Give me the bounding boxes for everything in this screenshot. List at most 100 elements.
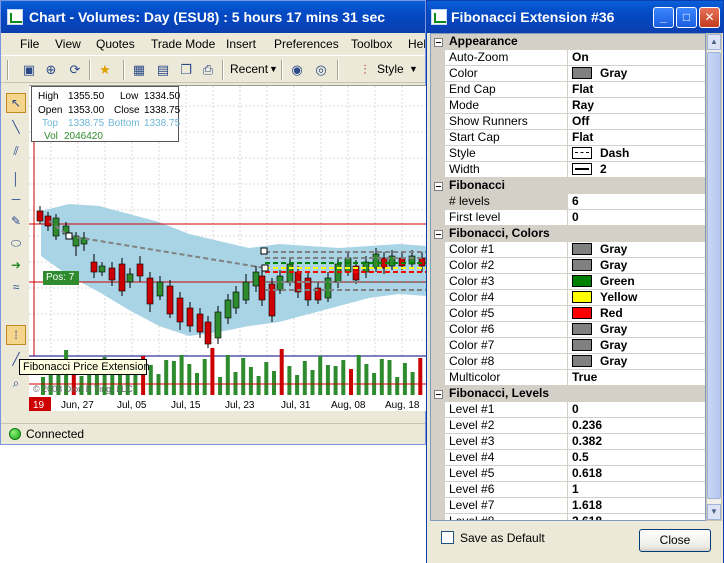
wave-tool-icon[interactable]: ≈ [6,277,26,297]
category-header[interactable]: Appearance [431,34,705,50]
close-window-button[interactable]: ✕ [699,7,720,28]
property-value[interactable]: 0 [568,210,705,226]
property-value[interactable]: Green [568,274,705,290]
property-row[interactable]: Color #2 Gray [431,258,705,274]
line-tool-icon[interactable]: ╲ [6,117,26,137]
property-value[interactable]: Flat [568,130,705,146]
property-row[interactable]: Level #4 0.5 [431,450,705,466]
add-study-icon[interactable]: ⊕ [41,60,61,80]
property-row[interactable]: # levels 6 [431,194,705,210]
property-row[interactable]: Auto-Zoom On [431,50,705,66]
property-value[interactable]: 0 [568,402,705,418]
style-bars-icon[interactable]: ⫶ [355,60,375,80]
property-row[interactable]: Start Cap Flat [431,130,705,146]
property-value[interactable]: 0.5 [568,450,705,466]
save-as-default-checkbox[interactable] [441,531,454,544]
property-value[interactable]: 6 [568,194,705,210]
favorites-star-icon[interactable]: ★ [95,60,115,80]
property-value[interactable]: Gray [568,258,705,274]
fibonacci-extension-tool-icon[interactable]: ⁞ [6,325,26,345]
property-value[interactable]: Gray [568,66,705,82]
collapse-minus-icon[interactable] [434,38,443,47]
ellipse-tool-icon[interactable]: ⬭ [6,233,26,253]
property-value[interactable]: Gray [568,242,705,258]
property-row[interactable]: Color #8 Gray [431,354,705,370]
property-row[interactable]: Style Dash [431,146,705,162]
property-value[interactable]: 0.236 [568,418,705,434]
arrow-tool-icon[interactable]: ➜ [6,255,26,275]
print-icon[interactable]: ⎙ [198,60,218,80]
property-value[interactable]: 2 [568,162,705,178]
property-row[interactable]: Color #6 Gray [431,322,705,338]
property-value[interactable]: Red [568,306,705,322]
property-value[interactable]: 0.382 [568,434,705,450]
property-value[interactable]: Gray [568,322,705,338]
property-value[interactable]: Gray [568,338,705,354]
property-grid-scrollbar[interactable]: ▲ ▼ [706,33,722,521]
copy-icon[interactable]: ❐ [176,60,196,80]
property-value[interactable]: Ray [568,98,705,114]
vertical-line-icon[interactable]: │ [6,169,26,189]
menu-view[interactable]: View [55,37,81,51]
forward-circle-icon[interactable]: ◎ [311,60,331,80]
maximize-button[interactable]: □ [676,7,697,28]
property-row[interactable]: Color #5 Red [431,306,705,322]
property-value[interactable]: True [568,370,705,386]
scroll-up-icon[interactable]: ▲ [707,34,721,50]
property-value[interactable]: Off [568,114,705,130]
property-row[interactable]: Level #5 0.618 [431,466,705,482]
fib-title-bar[interactable]: Fibonacci Extension #36 _ □ ✕ [427,1,723,33]
property-value[interactable]: 1.618 [568,498,705,514]
property-row[interactable]: Show Runners Off [431,114,705,130]
menu-trade-mode[interactable]: Trade Mode [151,37,215,51]
menu-insert[interactable]: Insert [226,37,256,51]
menu-quotes[interactable]: Quotes [96,37,135,51]
refresh-icon[interactable]: ⟳ [65,60,85,80]
picture-icon[interactable]: ▦ [129,60,149,80]
property-row[interactable]: Color #1 Gray [431,242,705,258]
property-row[interactable]: Color #7 Gray [431,338,705,354]
property-row[interactable]: Level #3 0.382 [431,434,705,450]
collapse-minus-icon[interactable] [434,182,443,191]
collapse-minus-icon[interactable] [434,230,443,239]
property-row[interactable]: Level #7 1.618 [431,498,705,514]
property-row[interactable]: End Cap Flat [431,82,705,98]
category-header[interactable]: Fibonacci, Levels [431,386,705,402]
property-value[interactable]: Gray [568,354,705,370]
chart-title-bar[interactable]: Chart - Volumes: Day (ESU8) : 5 hours 17… [1,1,425,33]
style-dropdown[interactable]: Style [377,62,404,76]
save-as-default-label[interactable]: Save as Default [460,531,545,545]
property-value[interactable]: Dash [568,146,705,162]
note-tool-icon[interactable]: ✎ [6,211,26,231]
property-row[interactable]: Level #1 0 [431,402,705,418]
category-header[interactable]: Fibonacci [431,178,705,194]
property-row[interactable]: Color #3 Green [431,274,705,290]
property-grid[interactable]: Appearance Auto-Zoom On Color Gray End Cap Fla… [430,33,706,521]
scroll-thumb[interactable] [707,52,721,499]
property-row[interactable]: Level #2 0.236 [431,418,705,434]
menu-help[interactable]: Help [408,37,425,51]
template-icon[interactable]: ▤ [153,60,173,80]
property-value[interactable]: 2.618 [568,514,705,520]
property-row[interactable]: Mode Ray [431,98,705,114]
back-circle-icon[interactable]: ◉ [287,60,307,80]
channel-tool-icon[interactable]: ⫽ [6,141,26,161]
property-value[interactable]: On [568,50,705,66]
property-value[interactable]: 1 [568,482,705,498]
property-row[interactable]: Color #4 Yellow [431,290,705,306]
menu-toolbox[interactable]: Toolbox [351,37,392,51]
recent-dropdown[interactable]: Recent [230,62,268,76]
property-row[interactable]: First level 0 [431,210,705,226]
zoom-tool-icon[interactable]: ⌕ [6,373,26,393]
new-chart-icon[interactable]: ▣ [19,60,39,80]
property-row[interactable]: Multicolor True [431,370,705,386]
property-value[interactable]: Flat [568,82,705,98]
property-row[interactable]: Width 2 [431,162,705,178]
pointer-tool-icon[interactable]: ↖ [6,93,26,113]
property-row[interactable]: Color Gray [431,66,705,82]
property-value[interactable]: Yellow [568,290,705,306]
collapse-minus-icon[interactable] [434,390,443,399]
minimize-button[interactable]: _ [653,7,674,28]
property-row[interactable]: Level #8 2.618 [431,514,705,520]
menu-file[interactable]: File [20,37,39,51]
